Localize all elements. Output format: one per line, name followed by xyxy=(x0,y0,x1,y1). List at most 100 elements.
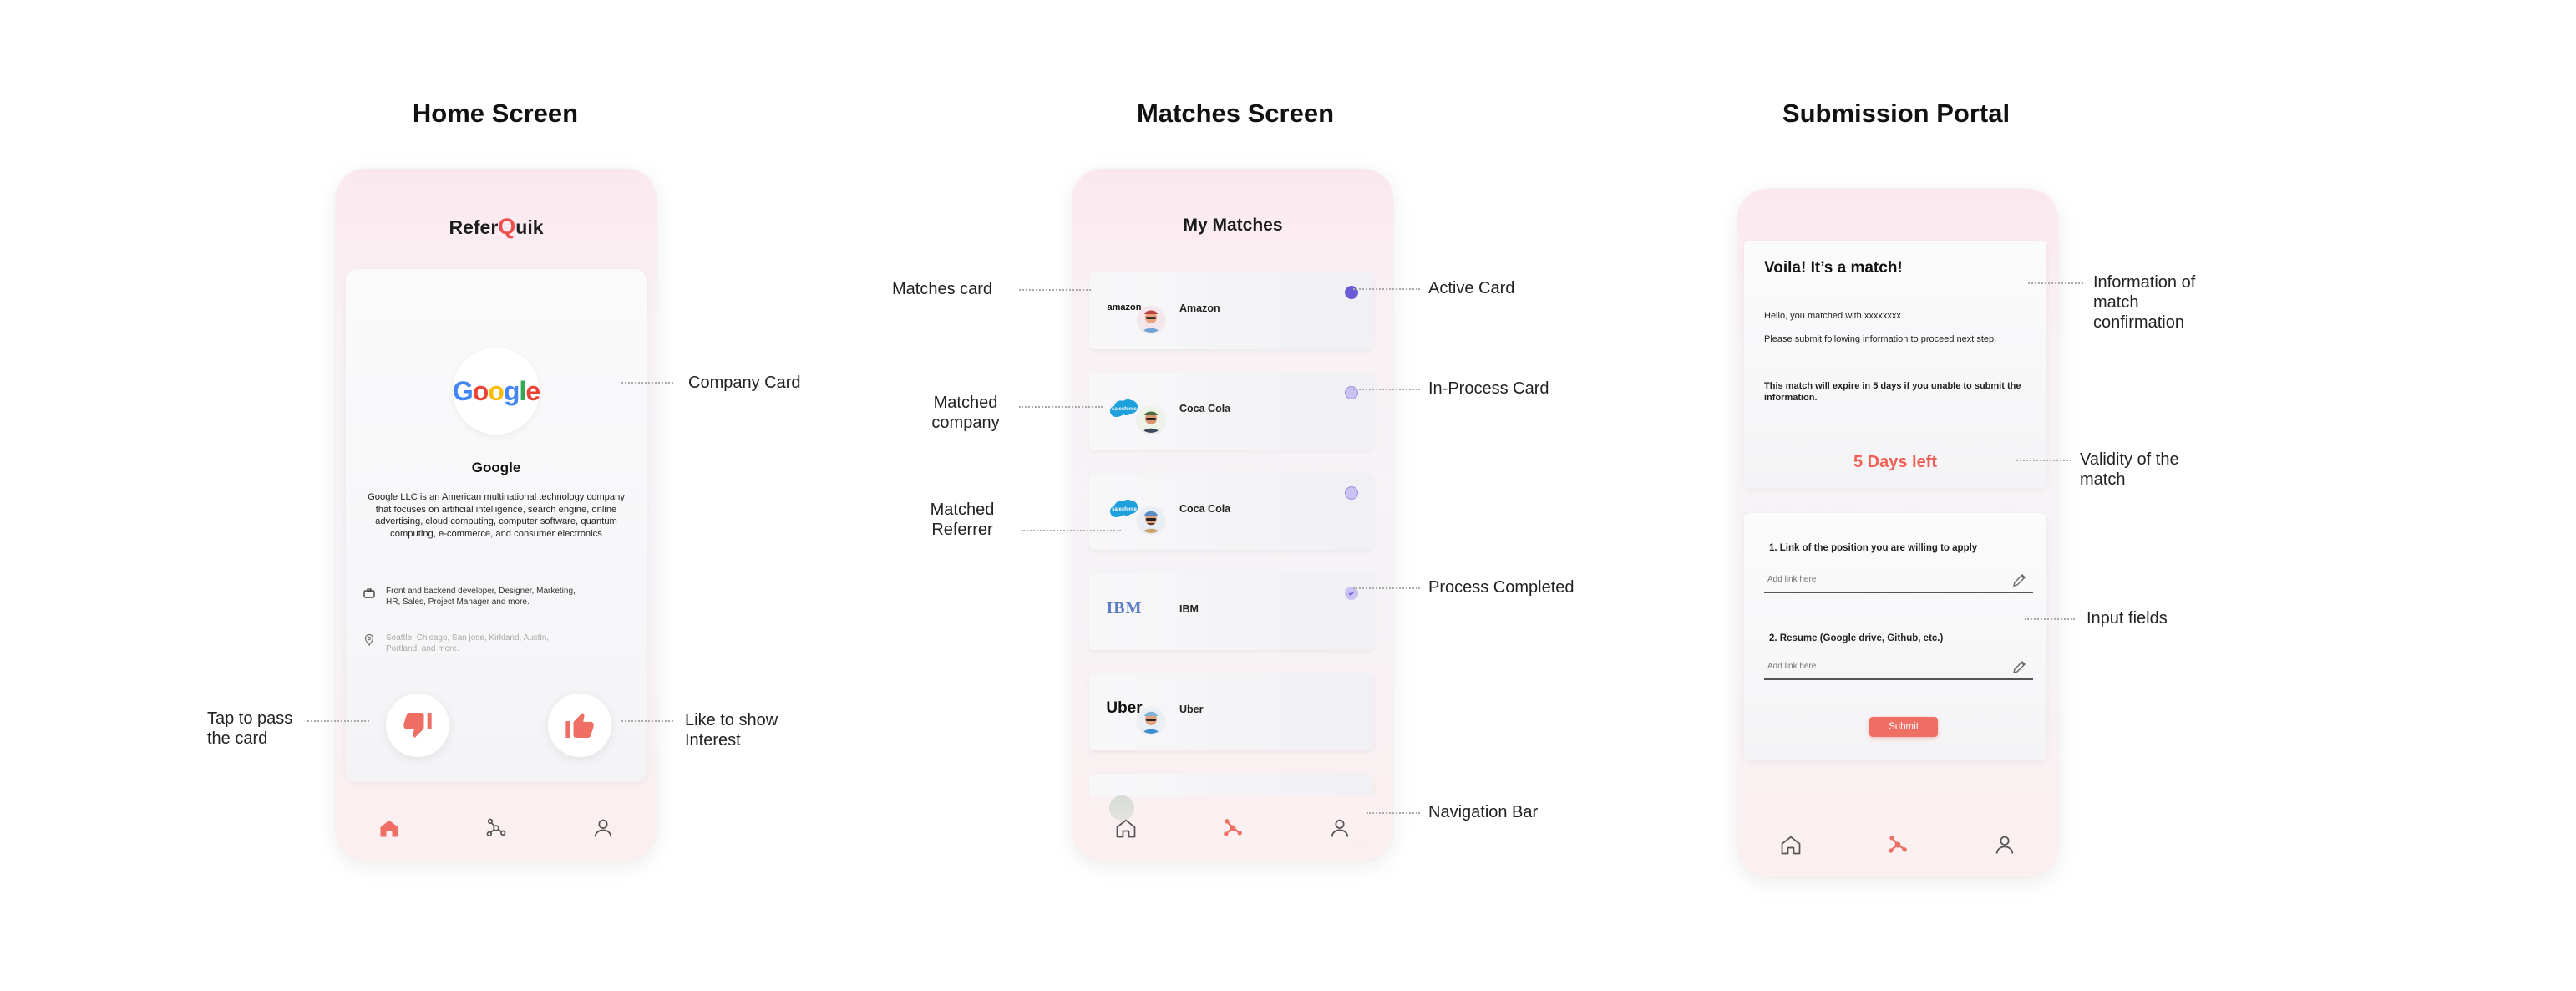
match-card[interactable]: amazon Amazon xyxy=(1089,272,1373,349)
submission-phone: Voila! It’s a match! Hello, you matched … xyxy=(1737,189,2058,877)
nav-matches[interactable] xyxy=(479,811,513,845)
network-icon xyxy=(486,818,506,837)
company-name: Uber xyxy=(1179,704,1204,715)
match-instruction: Please submit following information to p… xyxy=(1764,334,1997,344)
leader-completed xyxy=(1353,587,1420,589)
nav-home[interactable] xyxy=(1109,811,1143,845)
leader-matches-card xyxy=(1019,289,1091,291)
annot-process-completed: Process Completed xyxy=(1428,578,1575,597)
leader-pass xyxy=(307,720,369,722)
company-description: Google LLC is an American multinational … xyxy=(368,492,625,539)
annot-match-info: Information of match confirmation xyxy=(2093,273,2196,332)
referrer-avatar xyxy=(1138,506,1164,533)
question-position-link: 1. Link of the position you are willing … xyxy=(1769,543,1978,553)
match-title: Voila! It’s a match! xyxy=(1764,259,1903,277)
leader-navigation-bar xyxy=(1367,812,1420,814)
nav-profile[interactable] xyxy=(1988,828,2021,861)
match-confirmation-card: Voila! It’s a match! Hello, you matched … xyxy=(1744,241,2046,488)
annot-matched-company: Matched company xyxy=(931,394,1000,432)
leader-in-process xyxy=(1353,389,1420,390)
submission-portal-title: Submission Portal xyxy=(1782,99,2011,128)
pencil-icon xyxy=(2013,574,2026,587)
annot-pass: Tap to pass the card xyxy=(207,709,293,748)
leader-inputs xyxy=(2025,618,2075,620)
user-icon xyxy=(1995,836,2014,854)
annot-company-card: Company Card xyxy=(688,374,801,392)
thumbs-down-icon xyxy=(403,713,432,738)
home-icon xyxy=(1116,819,1136,838)
matches-screen-title: Matches Screen xyxy=(1136,99,1335,128)
in-process-status-dot xyxy=(1345,486,1358,500)
annot-active-card: Active Card xyxy=(1428,279,1515,297)
google-logo: Google xyxy=(453,348,540,435)
user-icon xyxy=(1331,819,1349,837)
submit-button[interactable]: Submit xyxy=(1869,717,1938,737)
user-icon xyxy=(594,819,612,837)
match-hello: Hello, you matched with xxxxxxxx xyxy=(1764,311,1901,321)
referrer-avatar xyxy=(1138,306,1164,333)
position-link-input[interactable] xyxy=(1764,568,2006,587)
position-link-field[interactable] xyxy=(1764,568,2033,593)
like-button[interactable] xyxy=(548,694,611,757)
match-card[interactable]: IBM IBM xyxy=(1089,573,1373,650)
pass-button[interactable] xyxy=(386,694,449,757)
referrer-avatar xyxy=(1138,406,1164,433)
company-name: Coca Cola xyxy=(1179,503,1231,515)
referrer-avatar xyxy=(1138,707,1164,734)
company-name: Google xyxy=(471,460,521,475)
company-name: IBM xyxy=(1179,603,1199,615)
home-icon xyxy=(380,820,398,837)
roles-text: Front and backend developer, Designer, M… xyxy=(386,587,576,607)
nav-home[interactable] xyxy=(373,811,406,845)
annot-like: Like to show Interest xyxy=(685,711,778,750)
match-card[interactable]: Uber Uber xyxy=(1089,673,1373,750)
resume-link-field[interactable] xyxy=(1764,655,2033,680)
company-name: Coca Cola xyxy=(1179,403,1231,414)
home-icon xyxy=(1781,836,1801,855)
resume-link-input[interactable] xyxy=(1764,655,2006,674)
app-logo: ReferQuik xyxy=(449,214,544,239)
match-card[interactable]: salesforce Coca Cola xyxy=(1089,473,1373,550)
roles-row: Front and backend developer, Designer, M… xyxy=(363,587,583,607)
nav-matches[interactable] xyxy=(1881,828,1914,861)
home-phone: ReferQuik Google Google Google LLC is an… xyxy=(336,169,657,861)
question-resume: 2. Resume (Google drive, Github, etc.) xyxy=(1769,633,1944,643)
location-pin-icon xyxy=(364,633,374,646)
locations-text: Seattle, Chicago, San jose, Kirkland, Au… xyxy=(386,633,550,653)
annot-in-process-card: In-Process Card xyxy=(1428,379,1549,398)
thumbs-up-icon xyxy=(565,713,594,738)
matches-title: My Matches xyxy=(1183,216,1283,235)
nav-matches[interactable] xyxy=(1216,811,1250,845)
nav-profile[interactable] xyxy=(1323,811,1356,845)
nav-profile[interactable] xyxy=(586,811,620,845)
network-icon xyxy=(1224,819,1242,836)
locations-row: Seattle, Chicago, San jose, Kirkland, Au… xyxy=(364,633,583,654)
annot-navigation-bar: Navigation Bar xyxy=(1428,803,1539,821)
annot-matches-card: Matches card xyxy=(892,280,993,298)
submission-navigation-bar xyxy=(1737,812,2058,877)
ibm-logo: IBM xyxy=(1106,598,1143,617)
matches-navigation-bar xyxy=(1072,795,1393,861)
home-navigation-bar xyxy=(336,795,657,861)
leader-validity xyxy=(2016,460,2071,461)
company-name: Amazon xyxy=(1179,302,1220,314)
match-warning: This match will expire in 5 days if you … xyxy=(1764,381,2021,403)
svg-text:salesforce: salesforce xyxy=(1112,407,1137,412)
leader-like xyxy=(621,720,673,722)
leader-matched-company xyxy=(1019,406,1103,408)
company-card[interactable]: Google Google Google LLC is an American … xyxy=(346,269,647,782)
match-card[interactable]: salesforce Coca Cola xyxy=(1089,373,1373,450)
briefcase-icon xyxy=(363,588,375,598)
days-left: 5 Days left xyxy=(1853,453,1938,471)
annot-matched-referrer: Matched Referrer xyxy=(930,501,995,539)
nav-home[interactable] xyxy=(1774,828,1808,861)
input-fields-card: 1. Link of the position you are willing … xyxy=(1744,513,2046,760)
annot-validity: Validity of the match xyxy=(2080,450,2179,489)
home-screen-title: Home Screen xyxy=(412,99,579,128)
leader-company-card xyxy=(621,382,673,384)
matches-phone: My Matches amazon Amazon salesforce Coca… xyxy=(1072,169,1393,861)
pencil-icon xyxy=(2013,661,2026,673)
leader-matched-referrer xyxy=(1021,530,1121,531)
network-icon xyxy=(1889,836,1907,853)
svg-text:salesforce: salesforce xyxy=(1112,507,1137,512)
